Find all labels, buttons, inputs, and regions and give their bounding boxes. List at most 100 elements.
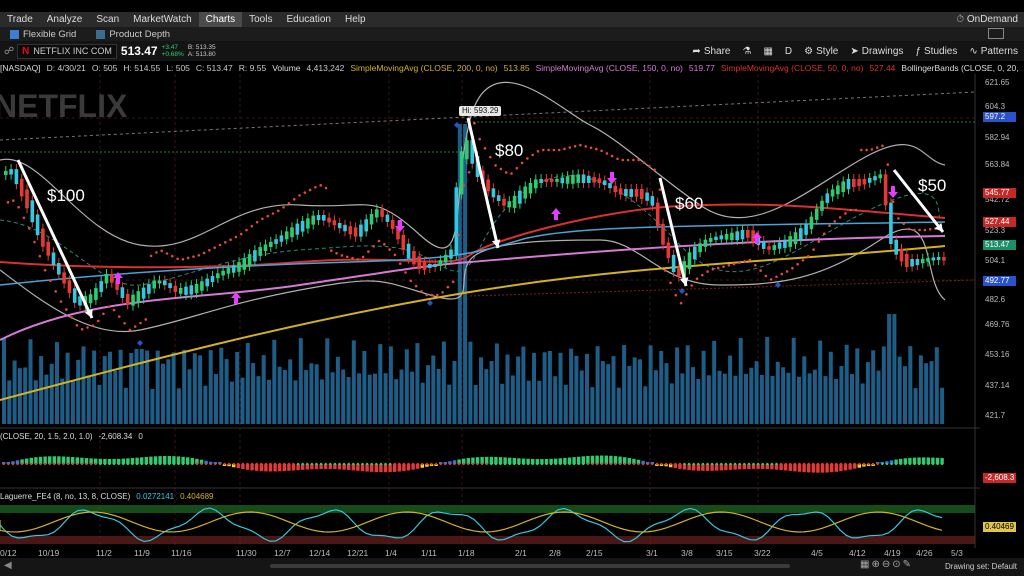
menu-help[interactable]: Help <box>338 12 373 27</box>
sar-dot <box>642 161 646 164</box>
zoom-reset-icon[interactable]: ⊙ <box>892 559 902 570</box>
ondemand-icon: ⏱ <box>956 14 967 25</box>
menu-education[interactable]: Education <box>279 12 337 27</box>
horizontal-scrollbar[interactable] <box>270 564 790 568</box>
sar-dot <box>128 328 132 332</box>
squeeze-dot <box>710 462 714 466</box>
symbol-input[interactable]: N NETFLIX INC COM <box>17 43 117 59</box>
sar-dot <box>43 268 47 272</box>
volume-bar <box>653 370 658 424</box>
menu-marketwatch[interactable]: MarketWatch <box>126 12 199 27</box>
volume-bar <box>49 363 54 424</box>
drawings-button[interactable]: ➤ Drawings <box>844 46 909 57</box>
candle-body <box>88 294 93 304</box>
sar-dot <box>186 256 190 260</box>
volume-bar <box>473 385 478 424</box>
sar-dot <box>345 255 349 259</box>
squeeze-dot <box>784 462 787 466</box>
squeeze-dot <box>439 462 442 466</box>
volume-bar <box>585 353 589 424</box>
menu-analyze[interactable]: Analyze <box>40 12 90 27</box>
sar-dot <box>775 275 778 279</box>
x-tick-label: 4/12 <box>849 548 866 558</box>
squeeze-dot <box>16 462 19 466</box>
flexible-grid-button[interactable]: Flexible Grid <box>0 29 86 40</box>
sar-dot <box>457 233 460 237</box>
volume-bar <box>701 350 706 424</box>
sar-dot <box>928 228 932 231</box>
signal-diamond <box>679 288 685 294</box>
pencil-icon[interactable]: ✎ <box>903 559 913 570</box>
histogram-bar <box>820 464 825 473</box>
candle-body <box>269 241 273 248</box>
x-tick-label: 4/5 <box>811 548 823 558</box>
share-icon: ➦ <box>692 45 701 57</box>
squeeze-dot <box>802 462 806 466</box>
candle-body <box>216 273 220 279</box>
zoom-out-icon[interactable]: ⊖ <box>882 559 892 570</box>
volume-bar <box>362 351 367 424</box>
volume-bar <box>627 365 632 424</box>
timeframe-button[interactable]: D <box>779 46 798 57</box>
squeeze-dot <box>181 462 185 466</box>
sar-dot <box>303 191 307 194</box>
squeeze-dot <box>108 462 111 466</box>
menu-tools[interactable]: Tools <box>242 12 279 27</box>
expand-icon[interactable]: ▦ <box>860 559 871 570</box>
candle-body <box>740 230 745 240</box>
price-change: +3.47 +0.68% <box>161 44 184 58</box>
sar-dot <box>510 172 513 175</box>
sar-dot <box>144 318 148 321</box>
volume-bar <box>797 376 801 424</box>
ondemand-button[interactable]: ⏱ OnDemand <box>956 12 1018 27</box>
candle-body <box>406 243 411 259</box>
overbought-band <box>0 505 975 513</box>
flask-button[interactable]: ⚗ <box>737 46 758 57</box>
squeeze-dot <box>540 462 544 466</box>
candle-body <box>443 254 448 263</box>
style-button[interactable]: ⚙ Style <box>798 46 844 57</box>
candle-body <box>390 219 395 229</box>
patterns-button[interactable]: ∿ Patterns <box>963 46 1024 57</box>
volume-bar <box>378 344 383 424</box>
sar-dot <box>208 249 211 252</box>
drawing-set-label[interactable]: Drawing set: Default <box>945 562 1017 571</box>
sar-dot <box>102 312 105 316</box>
candle-body <box>136 291 141 303</box>
volume-bar <box>277 366 282 424</box>
candle-body <box>597 178 602 184</box>
sar-dot <box>330 249 333 252</box>
menu-charts[interactable]: Charts <box>198 12 243 27</box>
candle-body <box>465 140 469 160</box>
zoom-in-icon[interactable]: ⊕ <box>871 559 881 570</box>
window-minimize-icon[interactable] <box>988 28 1004 39</box>
scroll-left-icon[interactable]: ◀ <box>4 560 12 571</box>
squeeze-dot <box>858 462 861 466</box>
share-button[interactable]: ➦ Share <box>686 46 736 57</box>
volume-bar <box>828 351 833 424</box>
sar-dot <box>520 161 524 165</box>
squeeze-dot <box>743 462 746 466</box>
trend-drawings <box>16 117 945 319</box>
chain-link-icon[interactable]: ☍ <box>0 46 17 57</box>
menu-trade[interactable]: Trade <box>0 12 40 27</box>
sar-dot <box>86 326 89 329</box>
volume-bar <box>595 346 600 424</box>
histogram-bar <box>383 464 388 473</box>
candle-body <box>783 239 787 248</box>
sar-dot <box>430 293 434 297</box>
squeeze-dot <box>76 462 79 466</box>
volume-bar <box>579 370 584 424</box>
studies-button[interactable]: ƒ Studies <box>909 46 963 57</box>
volume-bar <box>161 363 165 424</box>
candle-body <box>708 237 713 243</box>
layout-button[interactable]: ▦ <box>757 46 778 57</box>
sar-dot <box>913 228 916 232</box>
product-depth-button[interactable]: Product Depth <box>86 29 180 40</box>
menu-scan[interactable]: Scan <box>89 12 126 27</box>
candle-body <box>322 215 326 221</box>
sar-dot <box>112 308 116 312</box>
candle-body <box>433 264 437 267</box>
candle-body <box>120 287 125 298</box>
squeeze-dot <box>384 462 387 466</box>
